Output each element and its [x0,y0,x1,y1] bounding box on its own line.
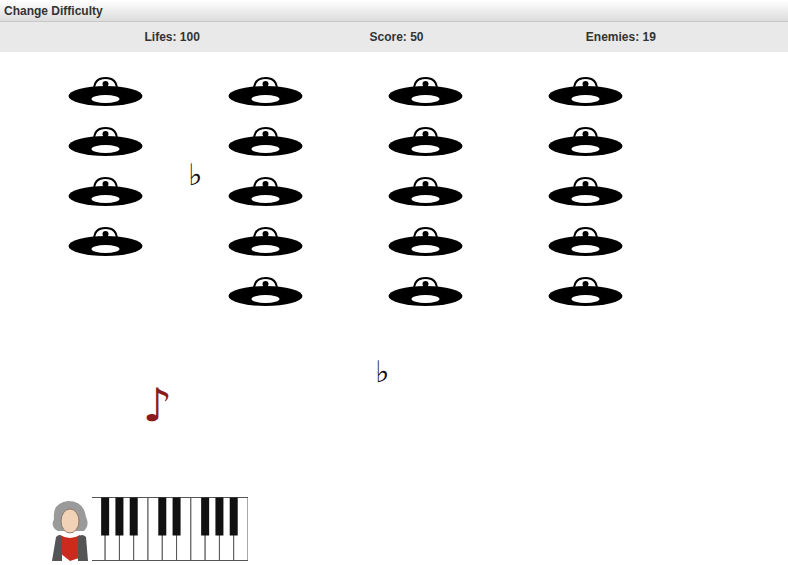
enemy-slot [68,126,143,158]
player-note-shot: ♪ [143,382,172,428]
change-difficulty-menu[interactable]: Change Difficulty [4,4,103,18]
ufo-icon [548,126,623,158]
enemy-slot [548,176,623,208]
enemy-slot [228,126,303,158]
enemy-slot [228,76,303,108]
enemy-slot [68,176,143,208]
enemy-slot [548,276,623,308]
stat-label: Enemies: 19 [509,30,733,44]
ufo-icon [388,276,463,308]
ufo-icon [388,226,463,258]
ufo-icon [68,76,143,108]
game-canvas[interactable]: ♭ ♭ ♪ [0,52,788,565]
piano-player-icon[interactable] [48,497,248,561]
enemy-slot [548,126,623,158]
ufo-icon [68,176,143,208]
enemy-flat-shot: ♭ [188,160,202,190]
ufo-icon [548,176,623,208]
enemy-slot [548,226,623,258]
ufo-icon [388,126,463,158]
enemy-slot [68,276,143,308]
enemy-slot [388,276,463,308]
stat-label: Lifes: 100 [60,30,284,44]
ufo-icon [228,226,303,258]
enemy-formation [68,76,623,308]
enemy-flat-shot: ♭ [375,357,389,387]
player[interactable] [48,497,248,561]
ufo-icon [388,176,463,208]
enemy-slot [228,226,303,258]
enemy-slot [388,176,463,208]
stats-bar: Lifes: 100Score: 50Enemies: 19 [0,22,788,52]
enemy-slot [388,226,463,258]
ufo-icon [228,76,303,108]
enemy-slot [228,276,303,308]
ufo-icon [68,126,143,158]
ufo-icon [228,176,303,208]
ufo-icon [68,226,143,258]
enemy-slot [68,76,143,108]
enemy-slot [388,126,463,158]
stat-label: Score: 50 [284,30,508,44]
enemy-slot [548,76,623,108]
game-page: Change Difficulty Lifes: 100Score: 50Enem… [0,0,788,565]
enemy-slot [228,176,303,208]
ufo-icon [228,276,303,308]
ufo-icon [388,76,463,108]
ufo-icon [548,276,623,308]
ufo-icon [548,226,623,258]
ufo-icon [548,76,623,108]
ufo-icon [228,126,303,158]
menu-bar: Change Difficulty [0,0,788,22]
enemy-slot [68,226,143,258]
enemy-slot [388,76,463,108]
